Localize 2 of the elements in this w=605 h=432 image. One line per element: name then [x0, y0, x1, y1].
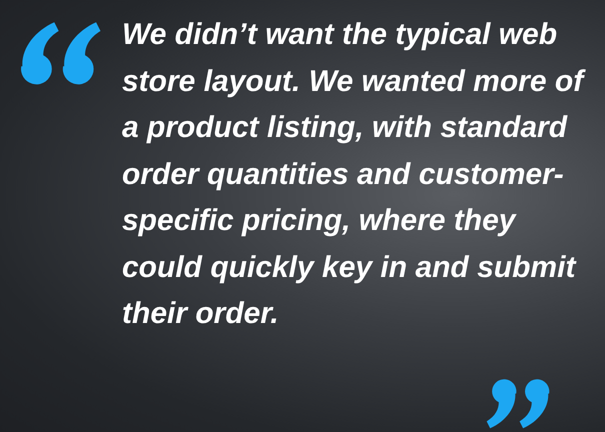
testimonial-quote: We didn’t want the typical web store layout. We wanted more of a product listing, with standard order quantities and customer-specific pricing, where they could quickly key in and submit their order. — [122, 12, 584, 338]
closing-quote-icon — [484, 378, 550, 430]
